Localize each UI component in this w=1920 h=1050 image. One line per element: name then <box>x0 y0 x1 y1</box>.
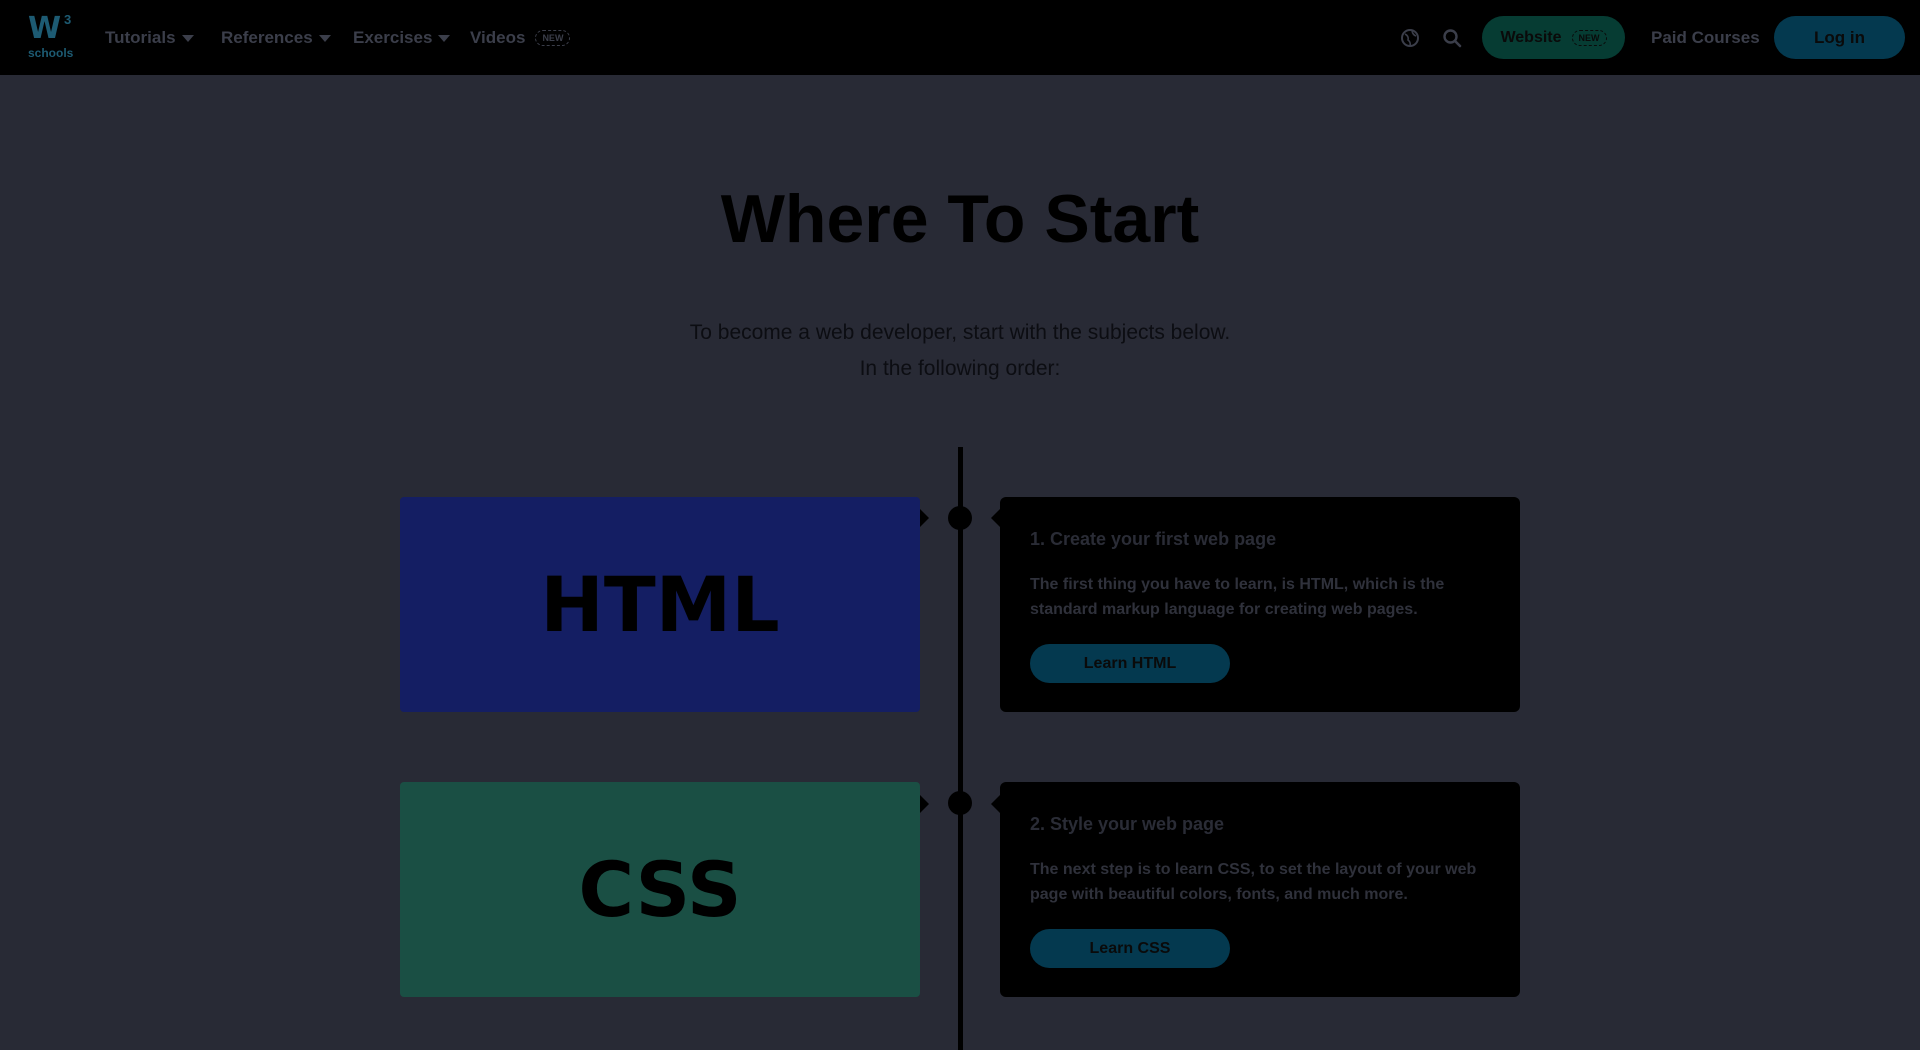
nav-videos[interactable]: Videos NEW <box>470 0 571 75</box>
nav-videos-label: Videos <box>470 27 526 47</box>
step-title: 2. Style your web page <box>1030 814 1225 834</box>
search-icon[interactable] <box>1442 28 1462 48</box>
nav-tutorials[interactable]: Tutorials <box>105 0 194 75</box>
website-button-label: Website <box>1500 28 1562 46</box>
step-card-html: 1. Create your first web page The first … <box>1000 497 1520 712</box>
globe-icon[interactable] <box>1400 28 1420 48</box>
logo-sup: 3 <box>64 12 72 27</box>
learn-html-button[interactable]: Learn HTML <box>1030 644 1230 683</box>
step-card-css: 2. Style your web page The next step is … <box>1000 782 1520 997</box>
subtitle-line-2: In the following order: <box>859 357 1061 380</box>
card-pointer <box>991 795 1000 813</box>
css-tile[interactable]: CSS <box>400 782 920 997</box>
w3schools-logo[interactable]: W 3 schools <box>28 11 76 60</box>
tile-pointer <box>920 509 929 527</box>
step-description: The next step is to learn CSS, to set th… <box>1030 861 1477 903</box>
caret-down-icon <box>438 35 451 42</box>
card-pointer <box>991 509 1000 527</box>
nav-exercises[interactable]: Exercises <box>353 0 451 75</box>
learn-css-button[interactable]: Learn CSS <box>1030 929 1230 968</box>
css-tile-label: CSS <box>578 845 742 934</box>
logo-main: W <box>28 11 61 46</box>
subtitle-line-1: To become a web developer, start with th… <box>689 321 1231 344</box>
logo-sub: schools <box>28 46 74 60</box>
new-badge: NEW <box>535 29 571 46</box>
website-button[interactable]: Website NEW <box>1482 16 1625 59</box>
login-button-label: Log in <box>1814 27 1865 47</box>
learn-css-label: Learn CSS <box>1089 939 1171 957</box>
caret-down-icon <box>318 35 331 42</box>
nav-references-label: References <box>221 27 313 47</box>
top-navbar: W 3 schools Tutorials References Exercis… <box>0 0 1920 75</box>
nav-references[interactable]: References <box>221 0 331 75</box>
paid-courses-label: Paid Courses <box>1651 27 1760 47</box>
page-title: Where To Start <box>720 181 1200 257</box>
paid-courses-link[interactable]: Paid Courses <box>1651 0 1760 75</box>
login-button[interactable]: Log in <box>1774 16 1905 59</box>
caret-down-icon <box>181 35 194 42</box>
nav-exercises-label: Exercises <box>353 27 433 47</box>
step-title: 1. Create your first web page <box>1030 529 1277 549</box>
learn-html-label: Learn HTML <box>1083 654 1177 672</box>
new-badge: NEW <box>1571 29 1607 46</box>
page-subtitle: To become a web developer, start with th… <box>0 315 1920 387</box>
timeline-dot <box>948 506 972 530</box>
html-tile-label: HTML <box>540 560 780 649</box>
timeline-line <box>958 447 963 1050</box>
step-description: The first thing you have to learn, is HT… <box>1030 576 1445 618</box>
timeline-dot <box>948 791 972 815</box>
html-tile[interactable]: HTML <box>400 497 920 712</box>
tile-pointer <box>920 795 929 813</box>
nav-tutorials-label: Tutorials <box>105 27 176 47</box>
